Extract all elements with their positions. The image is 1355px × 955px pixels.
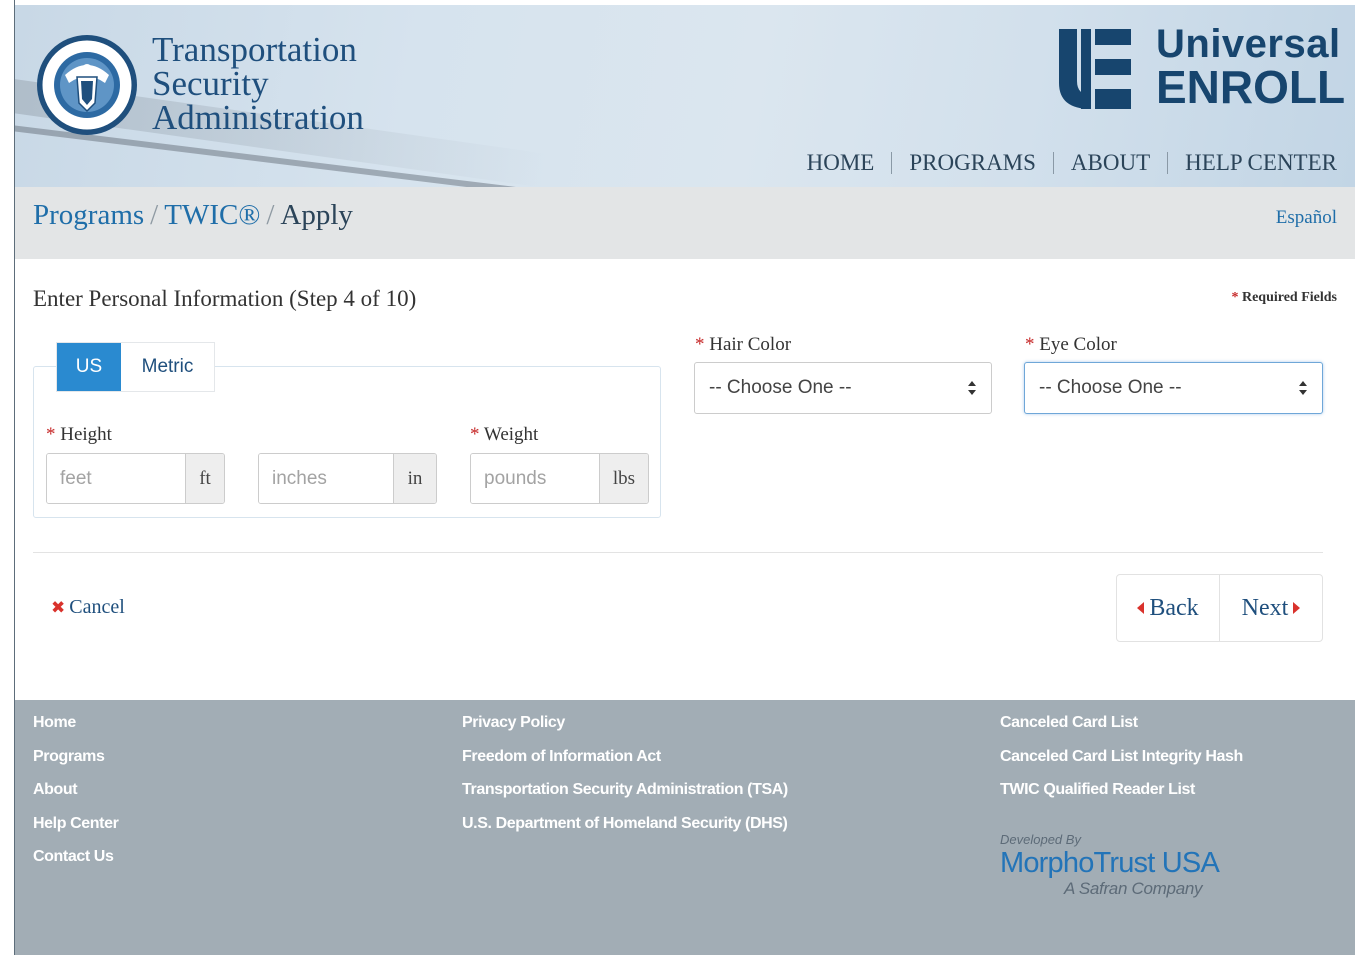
inches-unit: in — [393, 454, 436, 503]
footer-column-site: Home Programs About Help Center Contact … — [33, 712, 119, 880]
ue-logo-icon — [1059, 29, 1131, 109]
hair-color-value: -- Choose One -- — [709, 377, 852, 398]
footer-column-policy: Privacy Policy Freedom of Information Ac… — [462, 712, 788, 846]
eye-color-label-text: Eye Color — [1039, 334, 1117, 355]
footer-link-privacy-policy[interactable]: Privacy Policy — [462, 712, 788, 746]
required-asterisk: * — [46, 424, 56, 445]
developed-by-label: Developed By — [1000, 832, 1081, 847]
agency-line: Transportation — [152, 30, 357, 69]
nav-help-center[interactable]: HELP CENTER — [1168, 150, 1337, 176]
step-navigation: Back Next — [1116, 574, 1323, 642]
required-asterisk: * — [695, 334, 705, 355]
back-label: Back — [1149, 594, 1199, 621]
feet-unit: ft — [185, 454, 224, 503]
site-footer: Home Programs About Help Center Contact … — [15, 700, 1355, 955]
footer-link-canceled-card-list[interactable]: Canceled Card List — [1000, 712, 1243, 746]
cancel-button[interactable]: ✖ Cancel — [51, 596, 125, 619]
footer-link-tsa[interactable]: Transportation Security Administration (… — [462, 779, 788, 813]
footer-link-canceled-card-hash[interactable]: Canceled Card List Integrity Hash — [1000, 746, 1243, 780]
breadcrumb-programs[interactable]: Programs — [33, 199, 144, 231]
nav-about[interactable]: ABOUT — [1054, 150, 1167, 176]
required-asterisk: * — [470, 424, 480, 445]
inches-input-group: in — [258, 453, 437, 504]
developer-credit: Developed By MorphoTrust USA A Safran Co… — [1000, 832, 1220, 899]
agency-line: Administration — [152, 98, 364, 137]
footer-link-home[interactable]: Home — [33, 712, 118, 746]
height-label: * Height — [46, 424, 112, 446]
footer-column-twic: Canceled Card List Canceled Card List In… — [1000, 712, 1243, 813]
eye-color-value: -- Choose One -- — [1039, 377, 1182, 398]
eye-color-select[interactable]: -- Choose One -- — [1024, 362, 1323, 414]
page-title: Enter Personal Information (Step 4 of 10… — [33, 286, 417, 311]
section-divider — [33, 552, 1323, 553]
brand-line2: ENROLL — [1156, 61, 1346, 113]
x-icon: ✖ — [51, 597, 66, 618]
required-fields-label: Required Fields — [1241, 290, 1337, 305]
height-label-text: Height — [60, 424, 112, 445]
caret-right-icon — [1293, 602, 1301, 614]
footer-link-about[interactable]: About — [33, 779, 118, 813]
unit-toggle: US Metric — [57, 343, 214, 391]
us-units-button[interactable]: US — [57, 343, 121, 391]
page-left-edge — [0, 0, 15, 955]
hair-color-select[interactable]: -- Choose One -- — [694, 362, 992, 414]
next-button[interactable]: Next — [1219, 575, 1322, 641]
breadcrumb-current: Apply — [280, 199, 353, 231]
brand-line1: Universal — [1156, 22, 1341, 66]
hair-color-label-text: Hair Color — [709, 334, 792, 355]
site-header: Transportation Security Administration U… — [15, 5, 1355, 187]
weight-label-text: Weight — [483, 424, 539, 445]
developer-tagline: A Safran Company — [1064, 879, 1203, 898]
eye-color-label: * Eye Color — [1025, 334, 1117, 356]
up-down-arrows-icon — [1299, 381, 1307, 395]
required-asterisk: * — [1231, 290, 1239, 305]
footer-link-dhs[interactable]: U.S. Department of Homeland Security (DH… — [462, 813, 788, 847]
agency-line: Security — [152, 64, 269, 103]
breadcrumb: Programs / TWIC® / Apply — [33, 199, 353, 232]
breadcrumb-bar: Programs / TWIC® / Apply Español — [15, 187, 1355, 259]
metric-units-button[interactable]: Metric — [121, 343, 214, 391]
required-asterisk: * — [1025, 334, 1035, 355]
breadcrumb-twic[interactable]: TWIC® — [164, 199, 260, 231]
back-button[interactable]: Back — [1117, 575, 1219, 641]
breadcrumb-separator: / — [266, 199, 275, 231]
brand-wordmark: Universal ENROLL — [1156, 22, 1346, 113]
feet-input-group: ft — [46, 453, 225, 504]
footer-link-foia[interactable]: Freedom of Information Act — [462, 746, 788, 780]
nav-home[interactable]: HOME — [790, 150, 892, 176]
pounds-input[interactable] — [471, 454, 599, 503]
required-fields-note: * Required Fields — [1231, 290, 1337, 306]
main-nav: HOME PROGRAMS ABOUT HELP CENTER — [790, 150, 1337, 176]
agency-name: Transportation Security Administration — [152, 30, 364, 137]
developer-logo: MorphoTrust USA — [1000, 847, 1220, 879]
language-link[interactable]: Español — [1276, 207, 1337, 229]
page: Transportation Security Administration U… — [15, 5, 1355, 955]
breadcrumb-separator: / — [150, 199, 159, 231]
hair-color-label: * Hair Color — [695, 334, 791, 356]
cancel-label: Cancel — [69, 596, 125, 618]
weight-label: * Weight — [470, 424, 538, 446]
footer-link-programs[interactable]: Programs — [33, 746, 118, 780]
next-label: Next — [1241, 594, 1289, 621]
dhs-seal-icon — [37, 35, 137, 135]
footer-link-contact-us[interactable]: Contact Us — [33, 846, 118, 880]
nav-programs[interactable]: PROGRAMS — [892, 150, 1053, 176]
pounds-unit: lbs — [599, 454, 648, 503]
inches-input[interactable] — [259, 454, 393, 503]
footer-link-qualified-reader-list[interactable]: TWIC Qualified Reader List — [1000, 779, 1243, 813]
caret-left-icon — [1137, 602, 1145, 614]
footer-link-help-center[interactable]: Help Center — [33, 813, 119, 847]
up-down-arrows-icon — [968, 381, 976, 395]
pounds-input-group: lbs — [470, 453, 649, 504]
feet-input[interactable] — [47, 454, 185, 503]
